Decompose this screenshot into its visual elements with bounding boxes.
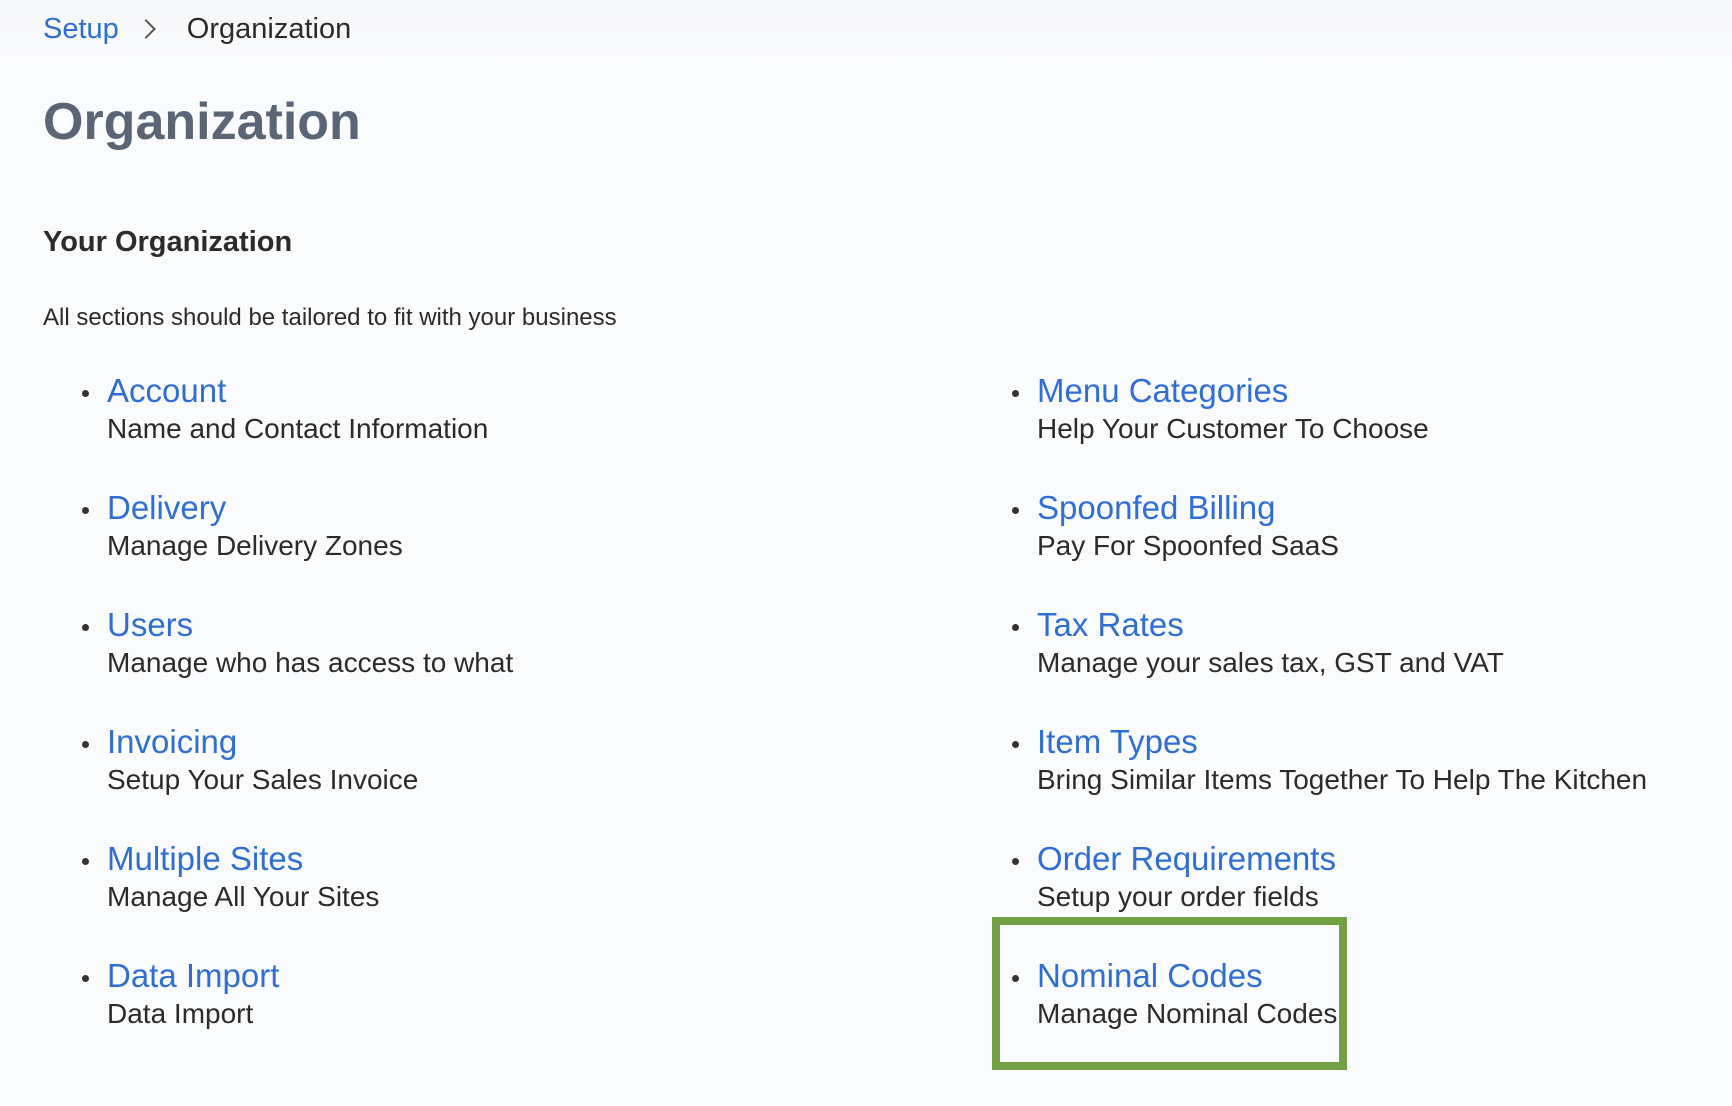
section-title: Your Organization — [43, 226, 293, 258]
users-description: Manage who has access to what — [107, 647, 514, 678]
data-import-description: Data Import — [107, 998, 254, 1029]
delivery-link[interactable]: Delivery — [107, 488, 513, 528]
account-link[interactable]: Account — [107, 371, 513, 411]
settings-list-right: Menu Categories Help Your Customer To Ch… — [1010, 371, 1647, 1073]
bullet-icon — [1012, 975, 1019, 982]
bullet-icon — [1012, 858, 1019, 865]
settings-item-order-requirements: Order Requirements Setup your order fiel… — [1010, 839, 1647, 956]
bullet-icon — [82, 975, 89, 982]
item-types-description: Bring Similar Items Together To Help The… — [1037, 764, 1648, 795]
tax-rates-description: Manage your sales tax, GST and VAT — [1037, 647, 1504, 678]
settings-item-account: Account Name and Contact Information — [80, 371, 513, 488]
settings-item-invoicing: Invoicing Setup Your Sales Invoice — [80, 722, 513, 839]
menu-categories-description: Help Your Customer To Choose — [1037, 413, 1429, 444]
bullet-icon — [82, 390, 89, 397]
settings-item-nominal-codes: Nominal Codes Manage Nominal Codes — [1010, 956, 1647, 1073]
nominal-codes-description: Manage Nominal Codes — [1037, 998, 1338, 1029]
settings-item-tax-rates: Tax Rates Manage your sales tax, GST and… — [1010, 605, 1647, 722]
multiple-sites-link[interactable]: Multiple Sites — [107, 839, 513, 879]
spoonfed-billing-description: Pay For Spoonfed SaaS — [1037, 530, 1339, 561]
settings-item-multiple-sites: Multiple Sites Manage All Your Sites — [80, 839, 513, 956]
bullet-icon — [82, 507, 89, 514]
settings-item-delivery: Delivery Manage Delivery Zones — [80, 488, 513, 605]
settings-item-data-import: Data Import Data Import — [80, 956, 513, 1073]
bullet-icon — [1012, 507, 1019, 514]
settings-item-item-types: Item Types Bring Similar Items Together … — [1010, 722, 1647, 839]
bullet-icon — [1012, 390, 1019, 397]
bullet-icon — [1012, 624, 1019, 631]
users-link[interactable]: Users — [107, 605, 513, 645]
data-import-link[interactable]: Data Import — [107, 956, 513, 996]
bullet-icon — [1012, 741, 1019, 748]
settings-item-menu-categories: Menu Categories Help Your Customer To Ch… — [1010, 371, 1647, 488]
item-types-link[interactable]: Item Types — [1037, 722, 1647, 762]
section-description: All sections should be tailored to fit w… — [43, 304, 617, 331]
breadcrumb-setup-link[interactable]: Setup — [43, 12, 119, 46]
order-requirements-link[interactable]: Order Requirements — [1037, 839, 1647, 879]
bullet-icon — [82, 741, 89, 748]
invoicing-description: Setup Your Sales Invoice — [107, 764, 419, 795]
top-bar: Setup Organization — [0, 0, 1732, 62]
invoicing-link[interactable]: Invoicing — [107, 722, 513, 762]
settings-item-users: Users Manage who has access to what — [80, 605, 513, 722]
spoonfed-billing-link[interactable]: Spoonfed Billing — [1037, 488, 1647, 528]
bullet-icon — [82, 624, 89, 631]
page-title: Organization — [43, 93, 361, 151]
account-description: Name and Contact Information — [107, 413, 489, 444]
tax-rates-link[interactable]: Tax Rates — [1037, 605, 1647, 645]
settings-item-spoonfed-billing: Spoonfed Billing Pay For Spoonfed SaaS — [1010, 488, 1647, 605]
order-requirements-description: Setup your order fields — [1037, 881, 1319, 912]
breadcrumb: Setup Organization — [43, 12, 351, 46]
breadcrumb-current: Organization — [186, 13, 352, 45]
nominal-codes-link[interactable]: Nominal Codes — [1037, 956, 1647, 996]
menu-categories-link[interactable]: Menu Categories — [1037, 371, 1647, 411]
delivery-description: Manage Delivery Zones — [107, 530, 403, 561]
chevron-right-icon — [135, 19, 156, 39]
bullet-icon — [82, 858, 89, 865]
settings-list-left: Account Name and Contact Information Del… — [80, 371, 513, 1073]
multiple-sites-description: Manage All Your Sites — [107, 881, 380, 912]
